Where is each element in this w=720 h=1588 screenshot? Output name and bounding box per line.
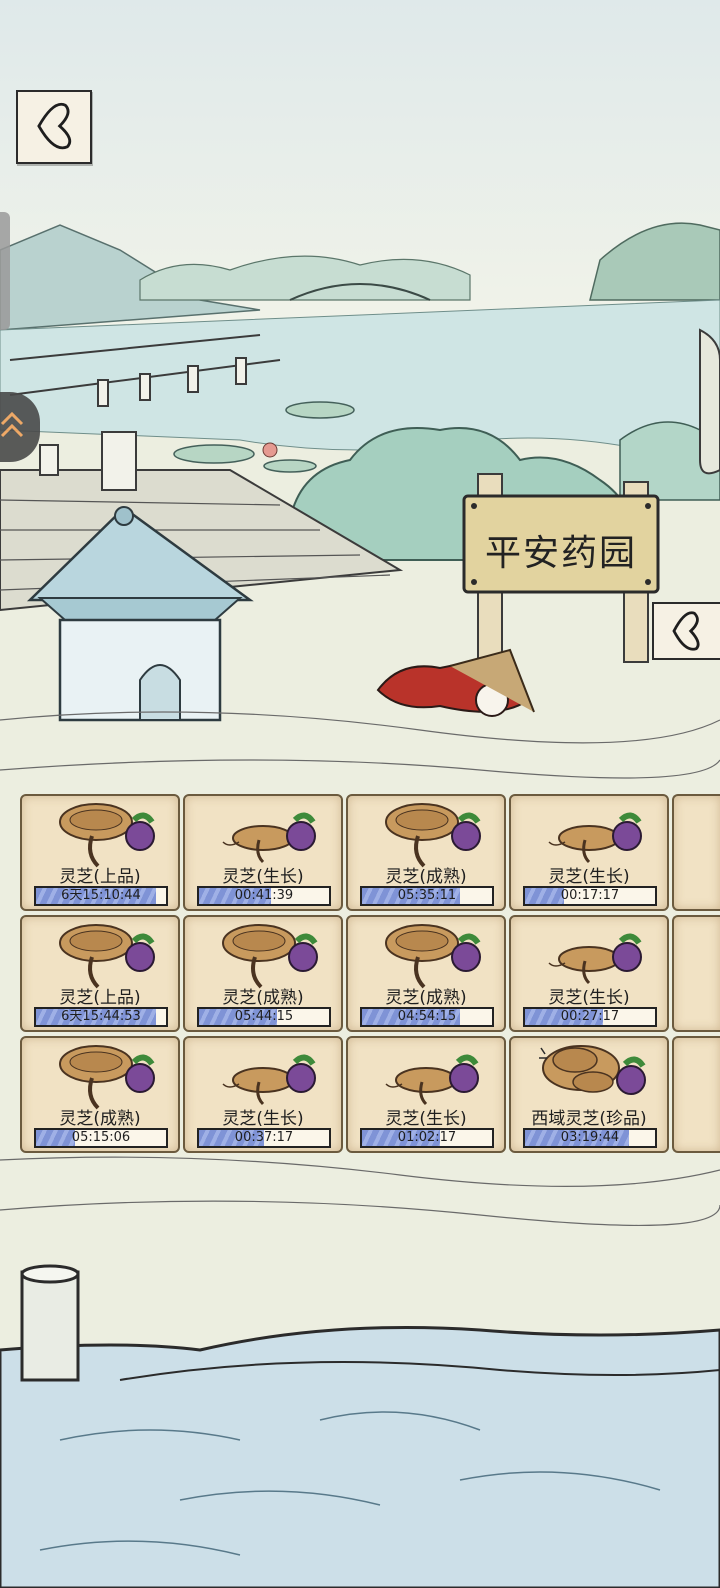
lingzhi-mushroom-icon [539,1045,646,1095]
growth-progress-bar: 00:17:17 [523,886,657,906]
herb-name: 灵芝(上品) [59,867,141,887]
herb-plot-grid: 灵芝(上品) 6天15:10:44 灵芝(生长) 00:41:39 灵芝(成熟)… [20,794,720,1158]
herb-plot[interactable]: 灵芝(上品) 6天15:10:44 [20,794,180,911]
growth-timer: 03:19:44 [560,1130,620,1145]
growth-progress-bar: 00:27:17 [523,1007,657,1027]
herb-name: 灵芝(生长) [222,867,304,887]
herb-name: 灵芝(生长) [385,1109,467,1129]
lingzhi-mushroom-icon [222,924,318,989]
herb-plot[interactable]: 灵芝(上品) 6天15:44:53 [20,915,180,1032]
growth-timer: 01:02:17 [397,1130,457,1145]
growth-progress-bar: 05:15:06 [34,1128,168,1148]
herb-name: 灵芝(生长) [548,988,630,1008]
herb-plot[interactable]: 灵芝(成熟) 04:54:15 [346,915,506,1032]
herb-name: 灵芝(成熟) [59,1109,141,1129]
growth-progress-bar: 6天15:10:44 [34,886,168,906]
growth-timer: 00:27:17 [560,1009,620,1024]
growth-timer: 00:37:17 [234,1130,294,1145]
growth-timer: 05:44:15 [234,1009,294,1024]
double-chevron-up-icon [0,411,24,438]
lingzhi-mushroom-icon [548,812,642,864]
herb-name: 灵芝(成熟) [222,988,304,1008]
lingzhi-mushroom-icon [385,924,481,989]
herb-name: 灵芝(生长) [222,1109,304,1129]
growth-progress-bar: 00:37:17 [197,1128,331,1148]
lingzhi-mushroom-icon [59,924,155,989]
herb-plot[interactable]: 灵芝(生长) 00:41:39 [183,794,343,911]
growth-progress-bar: 05:44:15 [197,1007,331,1027]
growth-progress-bar: 04:54:15 [360,1007,494,1027]
lingzhi-mushroom-icon [548,933,642,985]
growth-progress-bar: 01:02:17 [360,1128,494,1148]
herb-name: 灵芝(上品) [59,988,141,1008]
growth-timer: 05:35:11 [397,888,457,903]
herb-name: 西域灵芝(珍品) [531,1109,647,1129]
lingzhi-mushroom-icon [222,1054,316,1106]
herb-plot[interactable]: 灵芝(生长) 00:17:17 [509,794,669,911]
herb-plot-partial[interactable] [672,1036,720,1153]
herb-name: 灵芝(成熟) [385,867,467,887]
growth-timer: 04:54:15 [397,1009,457,1024]
side-handle[interactable] [0,212,10,330]
side-navigate-button[interactable] [652,602,720,660]
growth-timer: 6天15:10:44 [61,888,141,903]
growth-progress-bar: 00:41:39 [197,886,331,906]
growth-progress-bar: 05:35:11 [360,886,494,906]
growth-progress-bar: 6天15:44:53 [34,1007,168,1027]
herb-plot[interactable]: 灵芝(生长) 00:37:17 [183,1036,343,1153]
herb-plot[interactable]: 西域灵芝(珍品) 03:19:44 [509,1036,669,1153]
herb-plot-partial[interactable] [672,915,720,1032]
herb-plot[interactable]: 灵芝(生长) 00:27:17 [509,915,669,1032]
lingzhi-mushroom-icon [59,803,155,868]
back-button[interactable] [16,90,92,164]
lingzhi-mushroom-icon [222,812,316,864]
growth-timer: 05:15:06 [71,1130,131,1145]
growth-timer: 00:41:39 [234,888,294,903]
garden-signboard: 平安药园 [462,490,660,598]
lingzhi-mushroom-icon [385,1054,479,1106]
lingzhi-mushroom-icon [385,803,481,868]
growth-timer: 00:17:17 [560,888,620,903]
garden-title: 平安药园 [484,533,637,574]
herb-plot-partial[interactable] [672,794,720,911]
growth-progress-bar: 03:19:44 [523,1128,657,1148]
lingzhi-mushroom-icon [59,1045,155,1110]
herb-plot[interactable]: 灵芝(生长) 01:02:17 [346,1036,506,1153]
chevron-left-icon [672,611,700,651]
chevron-left-icon [37,102,72,150]
herb-plot[interactable]: 灵芝(成熟) 05:15:06 [20,1036,180,1153]
herb-plot[interactable]: 灵芝(成熟) 05:35:11 [346,794,506,911]
growth-timer: 6天15:44:53 [61,1009,141,1024]
herb-name: 灵芝(生长) [548,867,630,887]
herb-plot[interactable]: 灵芝(成熟) 05:44:15 [183,915,343,1032]
herb-name: 灵芝(成熟) [385,988,467,1008]
